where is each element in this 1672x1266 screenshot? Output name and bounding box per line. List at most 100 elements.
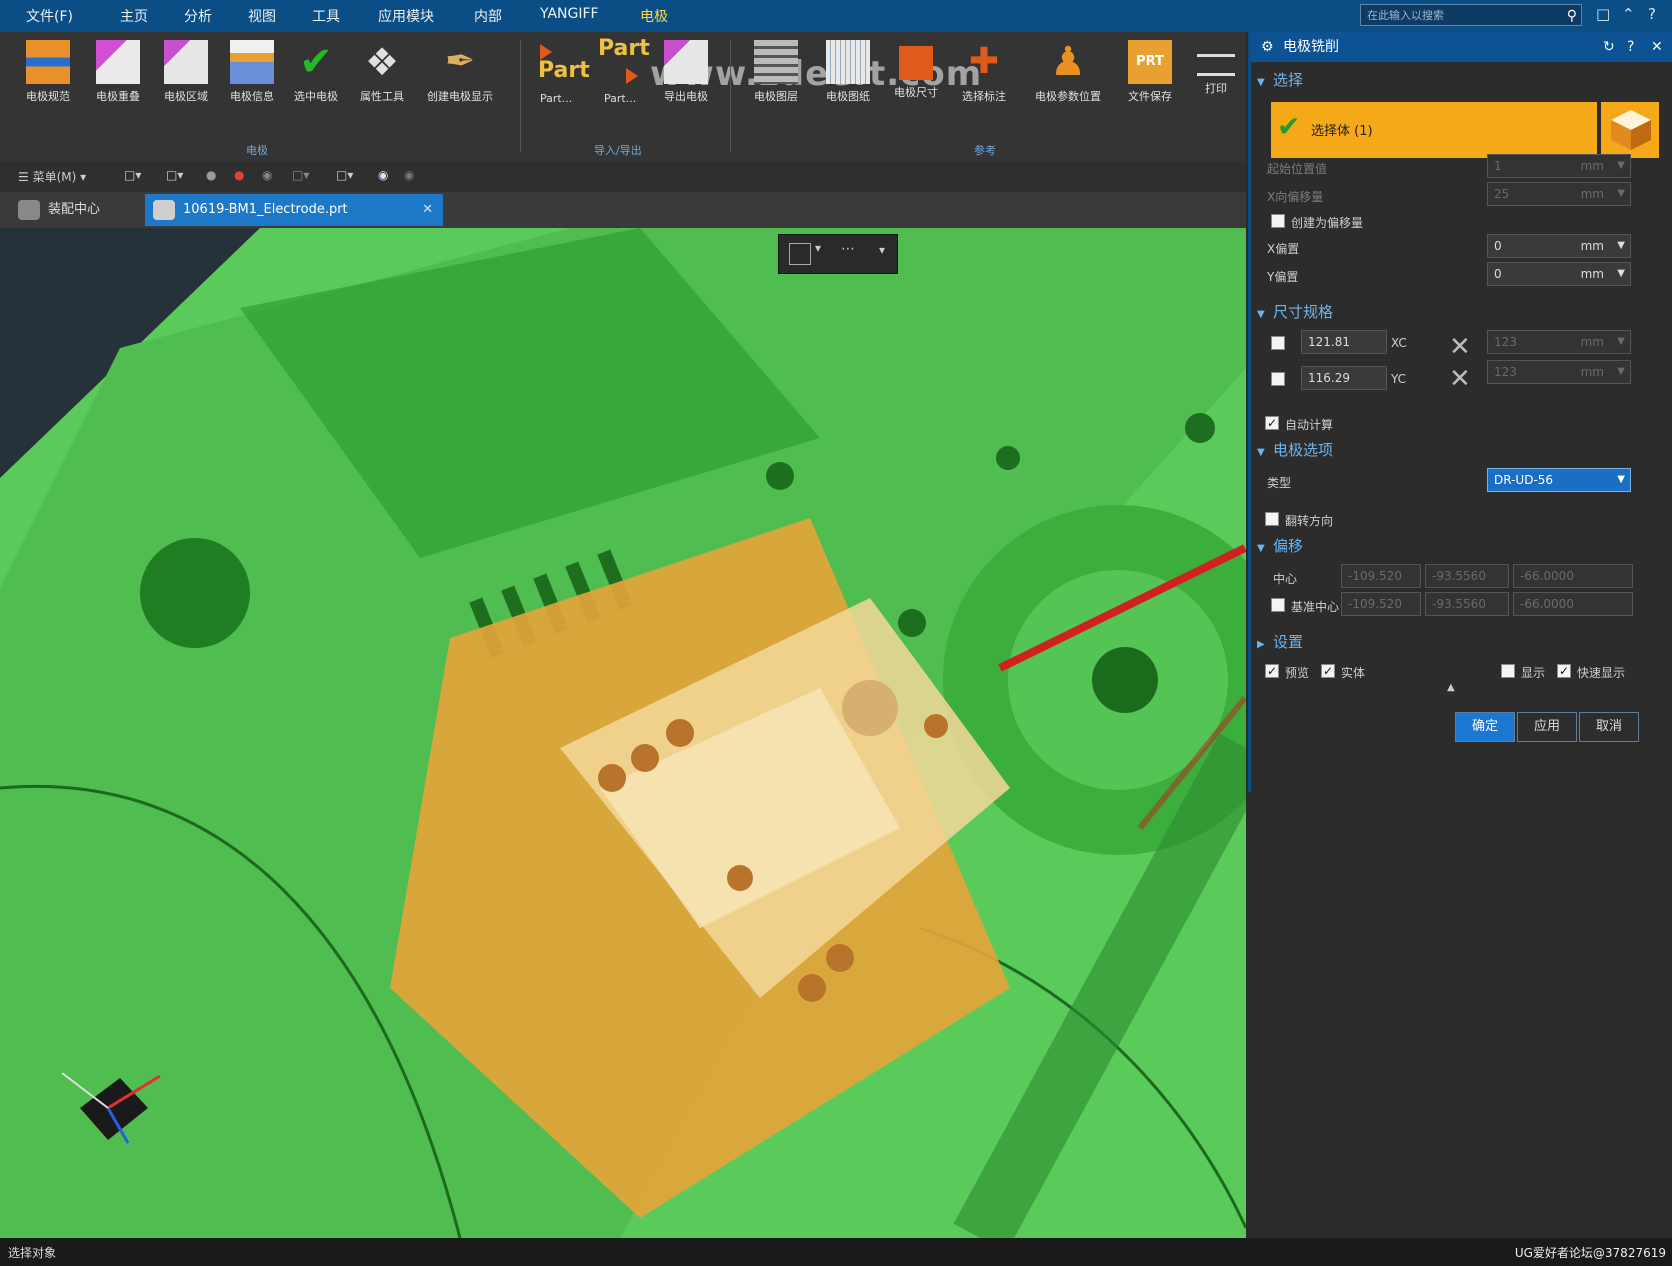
menu-view[interactable]: 视图: [248, 6, 276, 26]
section-settings[interactable]: ▶ 设置: [1257, 628, 1669, 656]
size-y-field[interactable]: 116.29: [1301, 366, 1387, 390]
section-select[interactable]: ▼ 选择: [1257, 66, 1669, 94]
render-icon[interactable]: ◉: [378, 168, 388, 182]
ribbon-button-layers[interactable]: 电极图层: [740, 40, 812, 104]
base-x-field[interactable]: -109.520: [1341, 592, 1421, 616]
quick-show-checkbox[interactable]: ✓: [1557, 664, 1571, 678]
scale-x-icon[interactable]: ✕: [1449, 332, 1471, 362]
menu-internal[interactable]: 内部: [474, 6, 502, 26]
search-icon[interactable]: ⚲: [1567, 5, 1577, 27]
ribbon-button-save[interactable]: PRT 文件保存: [1114, 40, 1186, 104]
help-icon[interactable]: ?: [1627, 32, 1634, 62]
size-x-value: 121.81: [1308, 335, 1350, 349]
show-checkbox[interactable]: [1501, 664, 1515, 678]
ribbon-button-6[interactable]: ❖ 属性工具: [346, 40, 418, 104]
base-y-field[interactable]: -93.5560: [1425, 592, 1509, 616]
close-icon[interactable]: ✕: [1651, 32, 1663, 62]
ribbon-button-size[interactable]: 电极尺寸: [880, 40, 952, 100]
center-x-field[interactable]: -109.520: [1341, 564, 1421, 588]
close-icon[interactable]: ✕: [422, 194, 433, 226]
dropdown-arrow-icon[interactable]: ▼: [1617, 155, 1625, 177]
size-x-checkbox[interactable]: [1271, 336, 1285, 350]
use-default-checkbox[interactable]: [1271, 214, 1285, 228]
more-icon[interactable]: ⋯: [841, 241, 855, 257]
center-y-field[interactable]: -93.5560: [1425, 564, 1509, 588]
menu-yangiff[interactable]: YANGIFF: [540, 6, 599, 22]
tab-electrode-file[interactable]: 10619-BM1_Electrode.prt ✕: [145, 194, 443, 226]
ribbon-button-3[interactable]: 电极区域: [150, 40, 222, 104]
select-box-icon[interactable]: [789, 243, 811, 265]
x-offset-field[interactable]: 0 mm ▼: [1487, 234, 1631, 258]
section-size[interactable]: ▼ 尺寸规格: [1257, 298, 1669, 326]
collapse-arrow-icon[interactable]: ▲: [1447, 682, 1455, 693]
menu-applications[interactable]: 应用模块: [378, 6, 434, 26]
search-input[interactable]: 在此输入以搜索 ⚲: [1360, 4, 1582, 26]
size-x-field[interactable]: 121.81: [1301, 330, 1387, 354]
ribbon-button-2[interactable]: 电极重叠: [82, 40, 154, 104]
scale-y-icon[interactable]: ✕: [1449, 364, 1471, 394]
section-electrode[interactable]: ▼ 电极选项: [1257, 436, 1669, 464]
select-body-button[interactable]: ✔ 选择体 (1): [1271, 102, 1597, 158]
view-options-icon[interactable]: □▾: [292, 168, 309, 182]
dropdown-arrow-icon[interactable]: ▼: [1617, 331, 1625, 353]
dropdown-arrow-icon[interactable]: ▼: [1617, 469, 1625, 491]
cancel-button[interactable]: 取消: [1579, 712, 1639, 742]
ribbon-button-annotate[interactable]: ✚ 选择标注: [948, 40, 1020, 104]
dropdown-arrow-icon[interactable]: ▼: [1617, 361, 1625, 383]
ribbon-button-export[interactable]: 导出电极: [650, 40, 722, 104]
minimize-ribbon-icon[interactable]: ⌃: [1622, 5, 1635, 23]
dropdown-arrow-icon[interactable]: ▾: [815, 241, 821, 255]
type-select[interactable]: DR-UD-56 ▼: [1487, 468, 1631, 492]
ribbon-button-5[interactable]: ✔ 选中电极: [280, 40, 352, 104]
ribbon-button-drawing[interactable]: 电极图纸: [812, 40, 884, 104]
body-cube-icon[interactable]: [1601, 102, 1659, 158]
tab-assembly-center[interactable]: 装配中心: [10, 194, 140, 226]
y-offset-field[interactable]: 0 mm ▼: [1487, 262, 1631, 286]
auto-size-checkbox[interactable]: ✓: [1265, 416, 1279, 430]
menu-tools[interactable]: 工具: [312, 6, 340, 26]
part-import-button[interactable]: Part: [538, 58, 590, 83]
dim-x-field[interactable]: 123 mm ▼: [1487, 330, 1631, 354]
size-y-checkbox[interactable]: [1271, 372, 1285, 386]
dropdown-arrow-icon[interactable]: ▼: [1617, 183, 1625, 205]
shade-icon[interactable]: ◉: [262, 168, 272, 182]
menu-dropdown[interactable]: ☰ 菜单(M) ▾: [18, 168, 86, 185]
flip-checkbox[interactable]: [1265, 512, 1279, 526]
dim-y-field[interactable]: 123 mm ▼: [1487, 360, 1631, 384]
menu-electrode[interactable]: 电极: [640, 6, 668, 26]
color-icon[interactable]: ●: [234, 168, 244, 182]
ok-button[interactable]: 确定: [1455, 712, 1515, 742]
graphics-viewport[interactable]: XXXXX ▾ ⋯ ▾: [0, 228, 1246, 1238]
base-center-checkbox[interactable]: [1271, 598, 1285, 612]
start-pos-field[interactable]: 1 mm ▼: [1487, 154, 1631, 178]
part-export-button[interactable]: Part: [598, 36, 650, 61]
reset-icon[interactable]: ↻: [1603, 32, 1615, 62]
expand-icon[interactable]: ▾: [879, 243, 885, 257]
viewport-selection-toolbar[interactable]: ▾ ⋯ ▾: [778, 234, 898, 274]
pos-offset-field[interactable]: 25 mm ▼: [1487, 182, 1631, 206]
snap-icon[interactable]: □▾: [166, 168, 183, 182]
sphere-icon[interactable]: ●: [206, 168, 216, 182]
gear-icon[interactable]: ⚙: [1261, 32, 1274, 62]
help-icon[interactable]: ?: [1648, 5, 1656, 23]
ribbon-button-param-position[interactable]: ♟ 电极参数位置: [1020, 40, 1116, 104]
restore-icon[interactable]: □: [1596, 5, 1610, 23]
ribbon-button-print[interactable]: 打印: [1180, 40, 1252, 96]
dropdown-arrow-icon[interactable]: ▼: [1617, 235, 1625, 257]
base-z-field[interactable]: -66.0000: [1513, 592, 1633, 616]
layout-icon[interactable]: □▾: [336, 168, 353, 182]
menu-file[interactable]: 文件(F): [26, 6, 73, 26]
select-filter-icon[interactable]: □▾: [124, 168, 141, 182]
ribbon-button-7[interactable]: ✒ 创建电极显示: [412, 40, 508, 104]
menu-home[interactable]: 主页: [120, 6, 148, 26]
render2-icon[interactable]: ◉: [404, 168, 414, 182]
section-offset[interactable]: ▼ 偏移: [1257, 532, 1669, 560]
ribbon-button-4[interactable]: 电极信息: [216, 40, 288, 104]
ribbon-button-1[interactable]: 电极规范: [12, 40, 84, 104]
preview-checkbox[interactable]: ✓: [1265, 664, 1279, 678]
apply-button[interactable]: 应用: [1517, 712, 1577, 742]
menu-analysis[interactable]: 分析: [184, 6, 212, 26]
dropdown-arrow-icon[interactable]: ▼: [1617, 263, 1625, 285]
solid-checkbox[interactable]: ✓: [1321, 664, 1335, 678]
center-z-field[interactable]: -66.0000: [1513, 564, 1633, 588]
